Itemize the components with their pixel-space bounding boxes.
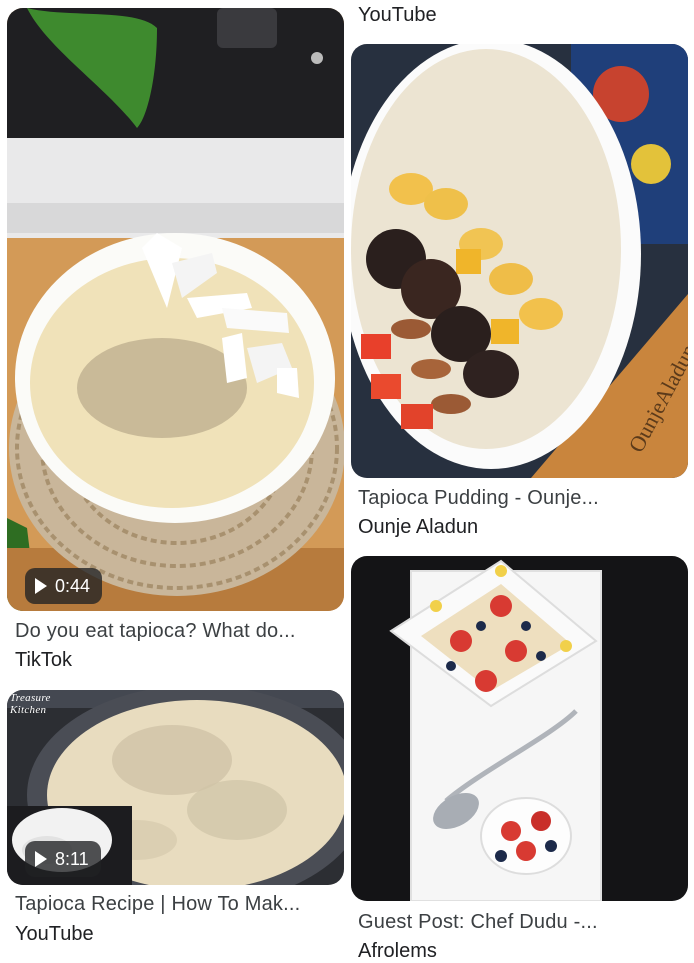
- thumbnail-image[interactable]: [7, 8, 344, 611]
- result-source[interactable]: YouTube: [358, 4, 437, 27]
- play-icon: [35, 851, 47, 867]
- result-title[interactable]: Do you eat tapioca? What do...: [15, 620, 340, 643]
- result-source[interactable]: TikTok: [15, 649, 72, 672]
- plated-tapioca-berries-image: [351, 556, 688, 901]
- result-title[interactable]: Guest Post: Chef Dudu -...: [358, 911, 688, 934]
- tapioca-fruit-bowl-image: OunjeAladun: [351, 44, 688, 478]
- video-duration-badge: 0:44: [25, 568, 103, 604]
- duration-label: 0:44: [55, 575, 91, 596]
- result-title[interactable]: Tapioca Recipe | How To Mak...: [15, 893, 340, 916]
- duration-label: 8:11: [55, 848, 89, 869]
- channel-watermark: Treasure Kitchen: [10, 692, 51, 716]
- thumbnail-image[interactable]: OunjeAladun: [351, 44, 688, 478]
- video-duration-badge: 8:11: [25, 841, 101, 877]
- play-icon: [35, 578, 47, 594]
- result-source[interactable]: YouTube: [15, 923, 94, 946]
- result-source[interactable]: Ounje Aladun: [358, 516, 478, 539]
- tapioca-coconut-bowl-image: [7, 8, 344, 611]
- thumbnail-image[interactable]: [351, 556, 688, 901]
- result-title[interactable]: Tapioca Pudding - Ounje...: [358, 487, 688, 510]
